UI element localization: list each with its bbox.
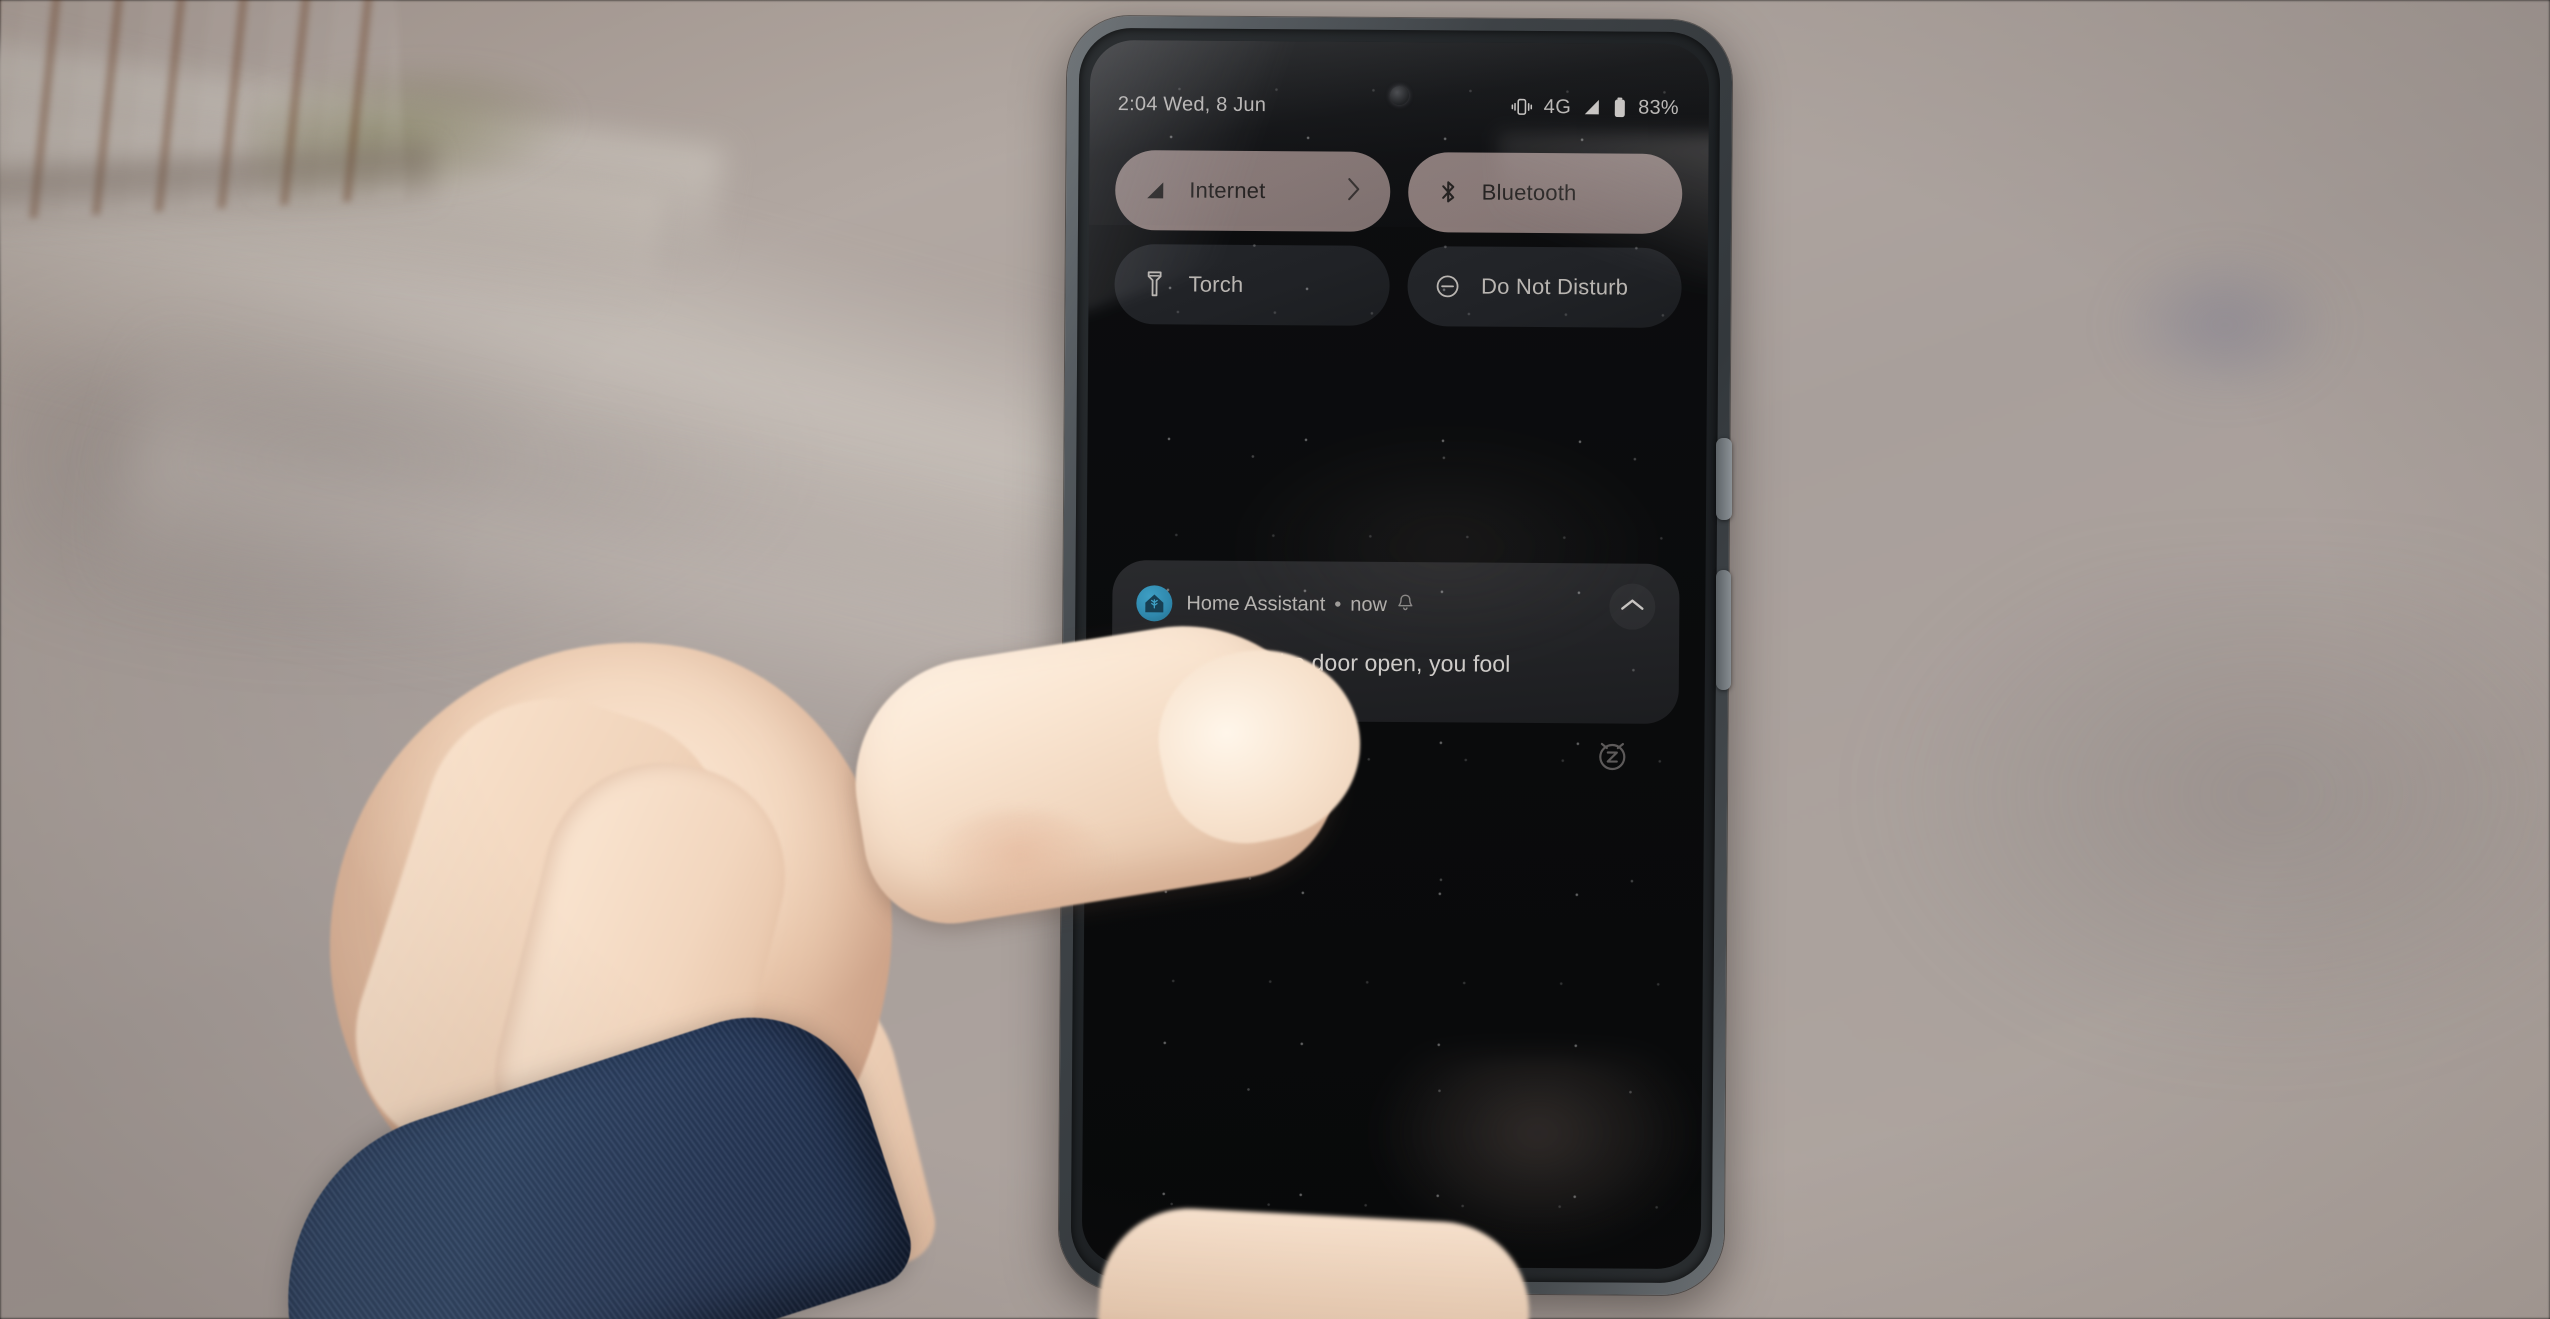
- chevron-up-icon: [1619, 596, 1645, 617]
- quick-tile-bluetooth-label: Bluetooth: [1481, 179, 1577, 206]
- chevron-right-icon[interactable]: [1345, 176, 1362, 207]
- status-bar: 2:04 Wed, 8 Jun 4G 83%: [1090, 87, 1709, 125]
- notification-header: Home Assistant • now: [1136, 580, 1656, 630]
- quick-tile-internet[interactable]: Internet: [1114, 150, 1391, 232]
- signal-icon: [1141, 176, 1169, 204]
- wooden-fence: [0, 0, 437, 232]
- quick-tile-do-not-disturb[interactable]: Do Not Disturb: [1406, 246, 1682, 328]
- power-button[interactable]: [1716, 438, 1732, 520]
- snooze-alarm-icon[interactable]: [1592, 735, 1632, 775]
- thumb-knuckle: [930, 810, 1110, 920]
- notification-meta: Home Assistant • now: [1186, 591, 1414, 618]
- pavement-blue-patch: [2110, 250, 2340, 400]
- battery-percent-label: 83%: [1638, 96, 1679, 119]
- bell-icon: [1396, 593, 1414, 618]
- notification-separator: •: [1334, 593, 1342, 616]
- quick-tile-bluetooth[interactable]: Bluetooth: [1407, 152, 1683, 234]
- quick-tile-do-not-disturb-label: Do Not Disturb: [1480, 273, 1629, 300]
- quick-tile-torch[interactable]: Torch: [1114, 244, 1390, 326]
- outdoor-scene: 2:04 Wed, 8 Jun 4G 83% Internet Bluetoot…: [0, 0, 2550, 1319]
- home-assistant-app-icon: [1136, 585, 1173, 622]
- quick-tile-torch-label: Torch: [1188, 271, 1244, 297]
- vibrate-icon: [1511, 97, 1533, 117]
- notification-collapse-button[interactable]: [1609, 583, 1656, 630]
- status-bar-clock: 2:04 Wed, 8 Jun: [1117, 92, 1267, 116]
- status-bar-icons: 4G 83%: [1511, 95, 1679, 119]
- torch-icon: [1140, 270, 1168, 298]
- notification-app-name: Home Assistant: [1186, 592, 1326, 616]
- quick-tile-internet-label: Internet: [1189, 177, 1266, 204]
- signal-icon: [1582, 97, 1602, 117]
- quick-settings-grid: Internet Bluetooth Torch Do Not Disturb: [1114, 150, 1683, 328]
- mobile-network-label: 4G: [1543, 95, 1572, 118]
- volume-rocker-button[interactable]: [1716, 570, 1731, 690]
- battery-icon: [1613, 97, 1627, 119]
- pavement-shadow-right: [1850, 560, 2550, 1080]
- bluetooth-icon: [1434, 178, 1462, 206]
- notification-time: now: [1350, 593, 1388, 616]
- dnd-icon: [1433, 272, 1461, 300]
